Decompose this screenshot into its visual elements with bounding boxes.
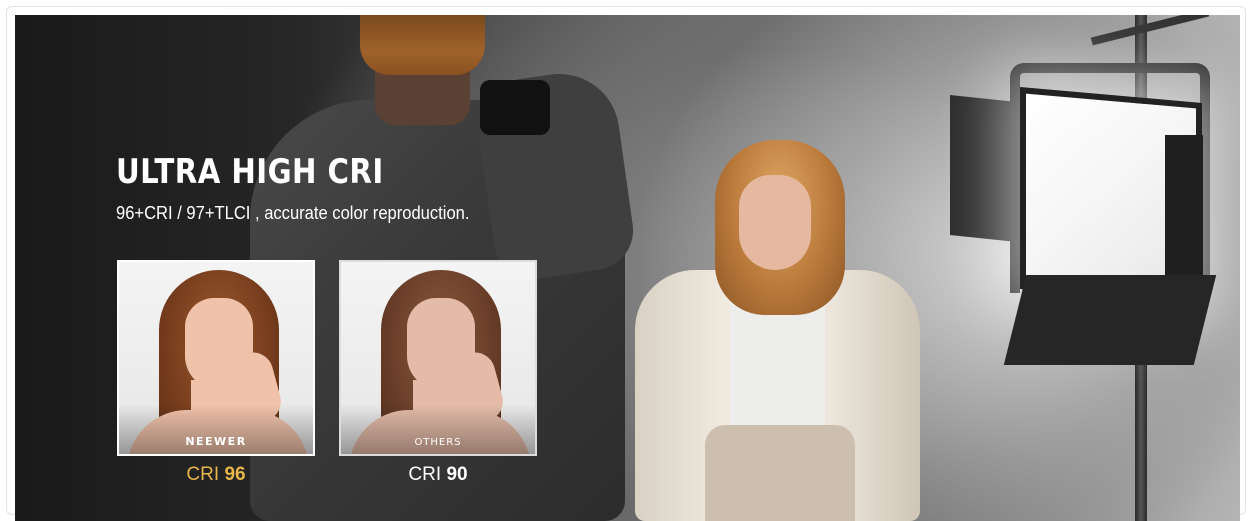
cri-prefix: CRI — [186, 464, 220, 485]
model-figure — [635, 140, 925, 521]
model-pants — [705, 425, 855, 521]
cri-value-neewer: CRI 96 — [117, 464, 315, 486]
barn-door-bottom — [1003, 275, 1217, 365]
cri-number: 90 — [446, 464, 468, 485]
cri-number: 96 — [224, 464, 246, 485]
brand-label: NEEWER — [185, 435, 247, 448]
brand-label: OTHERS — [414, 437, 462, 448]
subheadline: 96+CRI / 97+TLCI , accurate color reprod… — [116, 203, 470, 223]
model-face — [739, 175, 811, 270]
comparison-card-others: OTHERS — [339, 260, 537, 456]
beanie-hat — [360, 15, 485, 75]
cri-value-others: CRI 90 — [339, 464, 537, 486]
cri-prefix: CRI — [408, 464, 442, 485]
comparison-card-neewer: NEEWER — [117, 260, 315, 456]
hero-banner: ULTRA HIGH CRI 96+CRI / 97+TLCI , accura… — [15, 15, 1240, 521]
light-boom-arm — [1090, 15, 1210, 46]
headline: ULTRA HIGH CRI — [116, 152, 384, 192]
photographer-neck — [375, 70, 470, 125]
camera-icon — [480, 80, 550, 135]
